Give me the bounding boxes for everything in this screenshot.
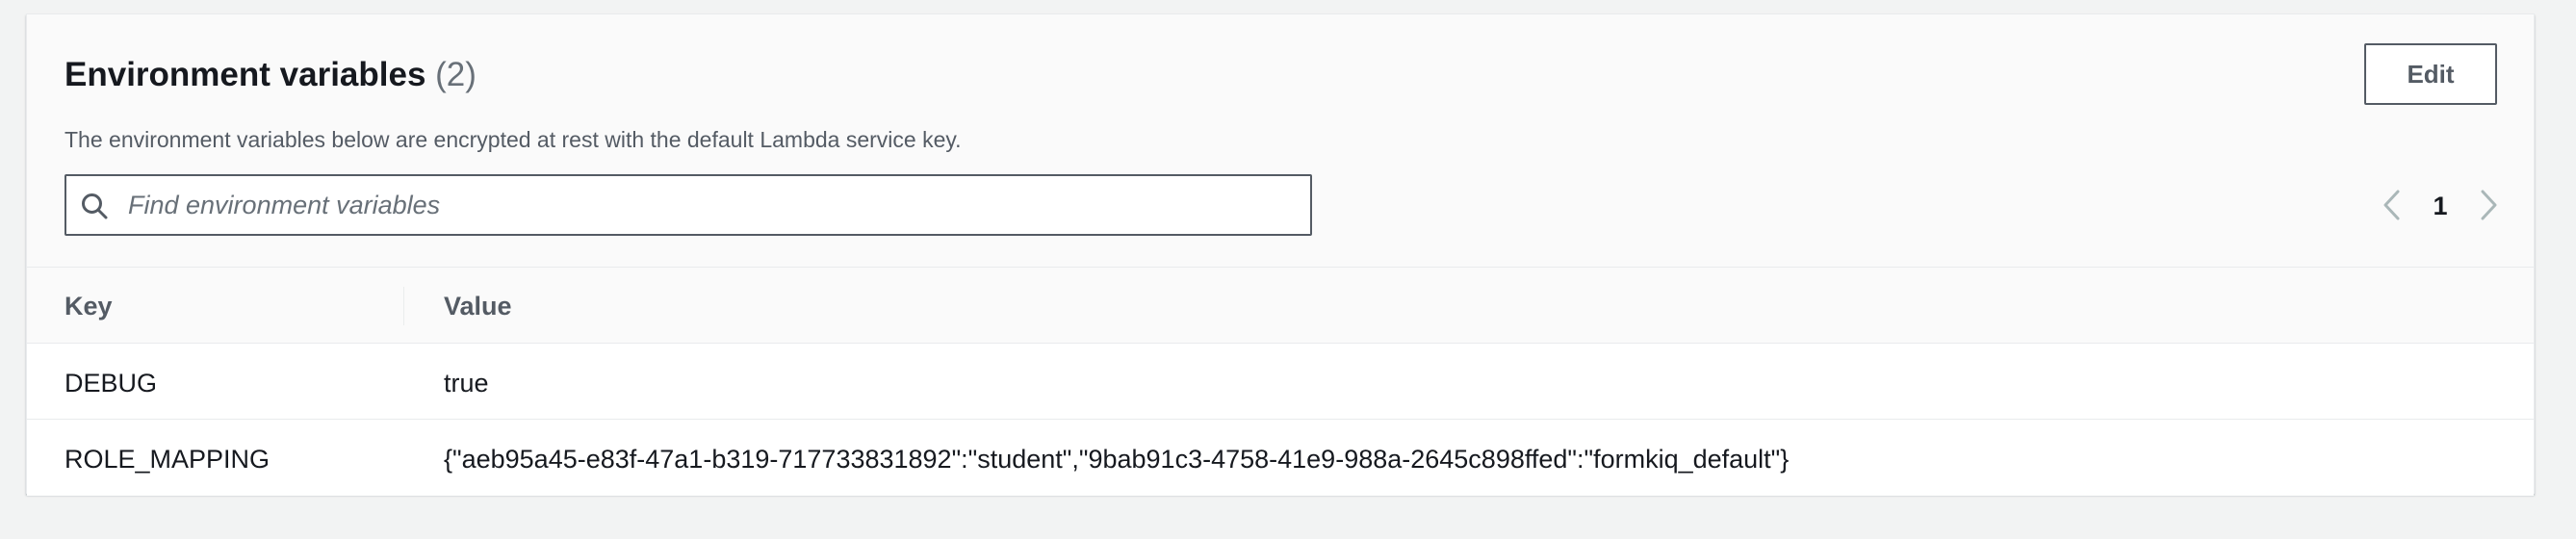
current-page-number[interactable]: 1 <box>2429 192 2452 221</box>
column-divider[interactable] <box>403 287 404 325</box>
title-text: Environment variables <box>64 56 426 93</box>
section-description: The environment variables below are encr… <box>64 127 962 152</box>
column-header-key: Key <box>64 292 113 321</box>
page-title: Environment variables (2) <box>64 55 477 95</box>
edit-button[interactable]: Edit <box>2364 43 2497 105</box>
search-box[interactable] <box>64 174 1312 236</box>
search-input[interactable] <box>128 176 1283 234</box>
row-value: {"aeb95a45-e83f-47a1-b319-717733831892":… <box>444 445 1790 474</box>
row-key: DEBUG <box>64 369 158 398</box>
panel-header: Environment variables (2) The environmen… <box>27 14 2534 268</box>
row-value: true <box>444 369 489 398</box>
environment-variables-panel: Environment variables (2) The environmen… <box>26 13 2535 496</box>
chevron-left-icon[interactable] <box>2376 186 2409 224</box>
search-icon <box>82 193 108 219</box>
table-row: ROLE_MAPPING {"aeb95a45-e83f-47a1-b319-7… <box>27 420 2534 496</box>
column-header-value: Value <box>444 292 512 321</box>
table-header: Key Value <box>27 268 2534 344</box>
variable-count: (2) <box>435 56 477 93</box>
table-row: DEBUG true <box>27 344 2534 420</box>
environment-variables-table: Key Value DEBUG true ROLE_MAPPING {"aeb9… <box>27 268 2534 496</box>
row-key: ROLE_MAPPING <box>64 445 270 474</box>
chevron-right-icon[interactable] <box>2472 186 2505 224</box>
